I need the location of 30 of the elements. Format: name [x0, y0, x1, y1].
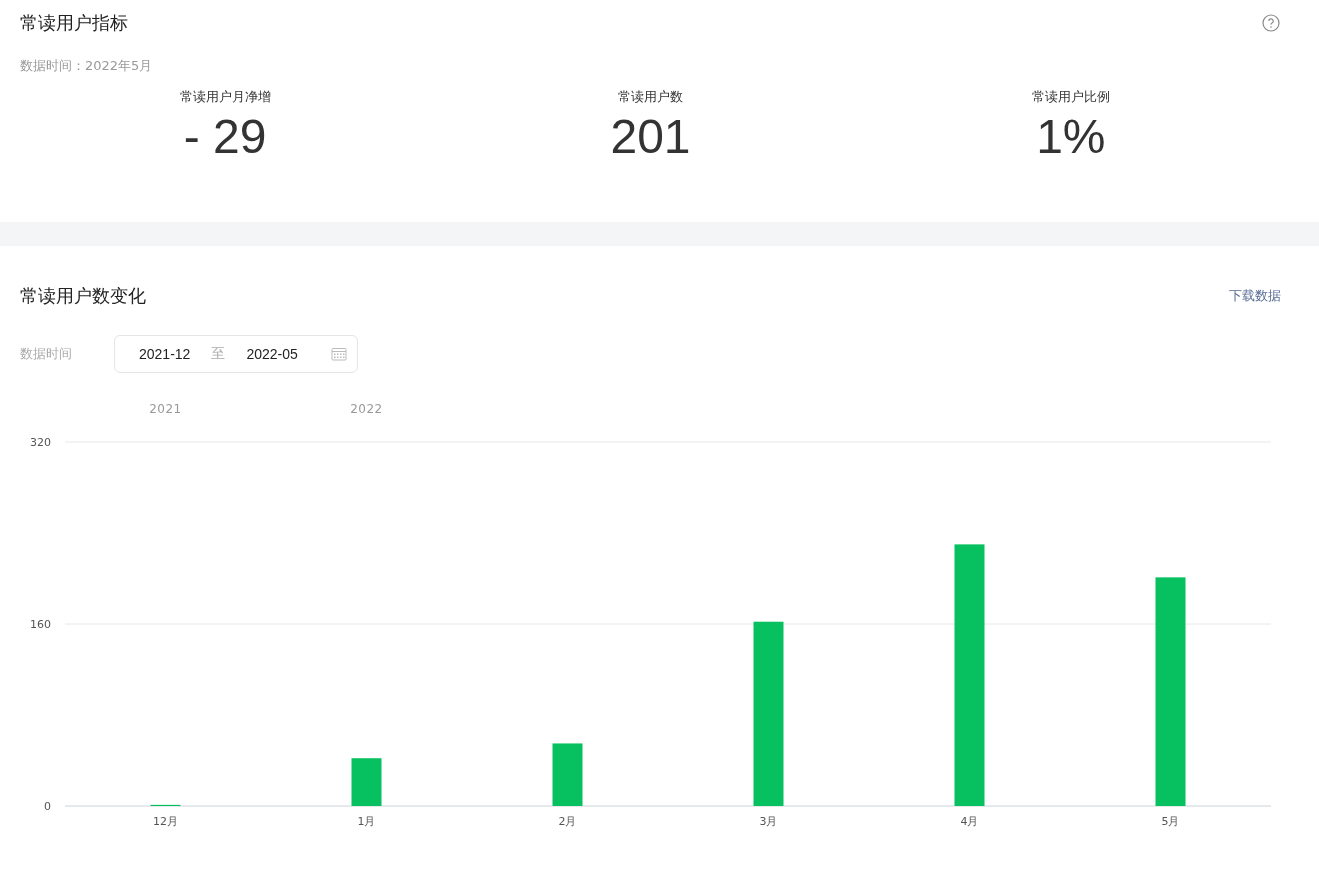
metric-label: 常读用户数 — [618, 88, 683, 106]
y-tick-label: 320 — [30, 436, 51, 449]
x-tick-label: 2月 — [558, 815, 577, 828]
year-label: 2021 — [149, 402, 182, 416]
year-label: 2022 — [350, 402, 383, 416]
x-tick-label: 5月 — [1161, 815, 1180, 828]
calendar-icon — [331, 347, 347, 361]
filter-label: 数据时间 — [20, 345, 73, 363]
range-separator: 至 — [211, 345, 226, 363]
x-tick-label: 1月 — [357, 815, 376, 828]
x-tick-label: 12月 — [153, 815, 178, 828]
y-tick-label: 0 — [44, 800, 51, 813]
y-tick-label: 160 — [30, 618, 51, 631]
metric-value: - 29 — [183, 109, 267, 165]
section-title: 常读用户数变化 — [20, 284, 146, 308]
x-tick-label: 4月 — [960, 815, 979, 828]
help-icon[interactable] — [1262, 14, 1280, 32]
metric-label: 常读用户月净增 — [179, 88, 271, 106]
metric-label: 常读用户比例 — [1031, 88, 1110, 106]
x-tick-label: 3月 — [759, 815, 778, 828]
section-title: 常读用户指标 — [20, 11, 128, 35]
metric-value: 1% — [1036, 109, 1106, 165]
data-time: 数据时间：2022年5月 — [20, 57, 154, 75]
end-date: 2022-05 — [246, 346, 298, 362]
bar — [351, 758, 382, 806]
download-link[interactable]: 下载数据 — [1229, 287, 1281, 305]
start-date: 2021-12 — [139, 346, 191, 362]
metric-value: 201 — [610, 109, 691, 165]
bar — [552, 743, 583, 806]
date-range-picker[interactable]: 2021-12 至 2022-05 — [114, 335, 358, 373]
